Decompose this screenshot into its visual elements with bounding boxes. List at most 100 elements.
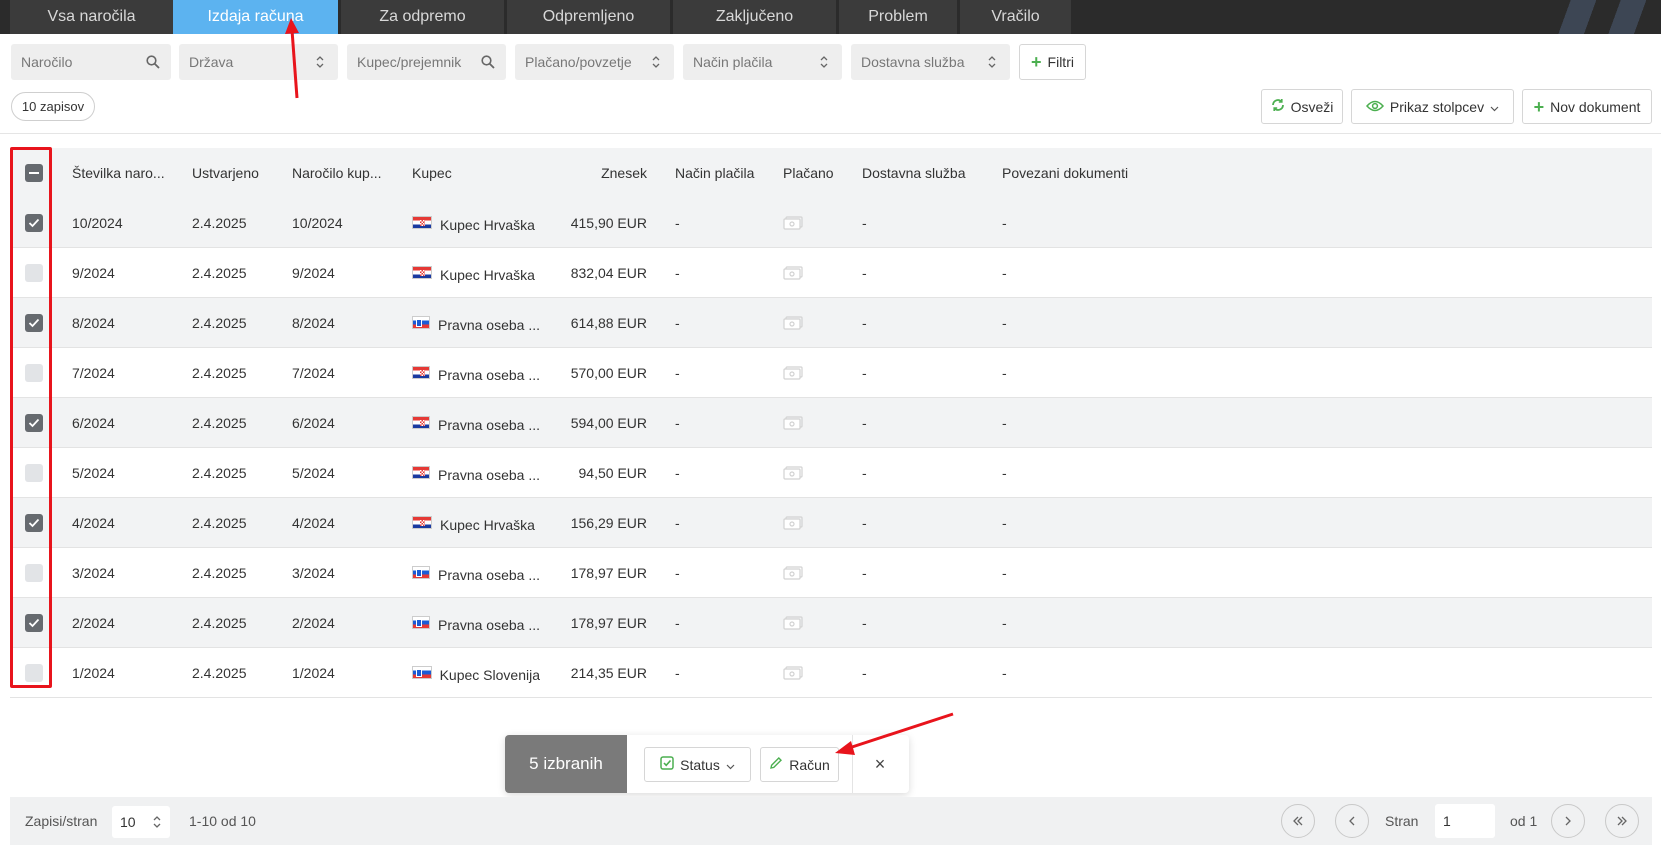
columns-display-button[interactable]: Prikaz stolpcev (1351, 89, 1514, 124)
cell-customer: Kupec Slovenija (412, 648, 540, 697)
table-header: Številka naro... Ustvarjeno Naročilo kup… (10, 148, 1652, 198)
money-icon (783, 265, 803, 280)
per-page-label: Zapisi/stran (25, 813, 98, 829)
table-row[interactable]: 8/2024 2.4.2025 8/2024 614,88 EUR - - - Pravna … (10, 298, 1652, 348)
customer-search-input[interactable]: Kupec/prejemnik (347, 44, 506, 80)
cell-customer: Pravna oseba ... (412, 448, 540, 497)
customer-name: Pravna oseba ... (438, 616, 540, 633)
cell-payment-method: - (675, 464, 680, 481)
tab-closed[interactable]: Zaključeno (673, 0, 836, 34)
column-header-number[interactable]: Številka naro... (72, 148, 182, 198)
bulk-action-bar: 5 izbranih Status Račun × (505, 735, 909, 793)
page-number-input[interactable]: 1 (1435, 804, 1495, 838)
check-square-icon (660, 756, 674, 773)
column-header-amount[interactable]: Znesek (550, 148, 647, 198)
cell-created: 2.4.2025 (192, 214, 247, 231)
cell-payment-method: - (675, 364, 680, 381)
column-header-paid[interactable]: Plačano (783, 148, 853, 198)
payment-method-select[interactable]: Način plačila (683, 44, 842, 80)
search-icon (480, 54, 496, 70)
column-header-delivery[interactable]: Dostavna služba (862, 148, 992, 198)
table-row[interactable]: 2/2024 2.4.2025 2/2024 178,97 EUR - - - Pravna … (10, 598, 1652, 648)
new-document-button[interactable]: + Nov dokument (1522, 89, 1652, 124)
cell-number: 8/2024 (72, 314, 115, 331)
cell-related-documents: - (1002, 464, 1007, 481)
customer-name: Pravna oseba ... (438, 466, 540, 483)
croatia-flag-icon (412, 416, 431, 429)
close-icon[interactable]: × (868, 752, 892, 776)
table-row[interactable]: 1/2024 2.4.2025 1/2024 214,35 EUR - - - Kupec S… (10, 648, 1652, 698)
first-page-button[interactable] (1281, 804, 1315, 838)
cell-customer: Pravna oseba ... (412, 548, 540, 597)
refresh-button[interactable]: Osveži (1261, 89, 1343, 124)
tab-problem[interactable]: Problem (839, 0, 957, 34)
tab-return[interactable]: Vračilo (960, 0, 1071, 34)
cell-created: 2.4.2025 (192, 464, 247, 481)
cell-created: 2.4.2025 (192, 664, 247, 681)
last-page-button[interactable] (1605, 804, 1639, 838)
status-button[interactable]: Status (644, 747, 751, 782)
table-row[interactable]: 4/2024 2.4.2025 4/2024 156,29 EUR - - - Kupec H… (10, 498, 1652, 548)
page-label: Stran (1385, 813, 1419, 829)
paid-cod-select[interactable]: Plačano/povzetje (515, 44, 674, 80)
sort-arrows-icon (816, 54, 832, 70)
cell-delivery: - (862, 214, 867, 231)
records-range: 1-10 od 10 (189, 813, 256, 829)
selected-count: 5 izbranih (505, 735, 627, 793)
money-icon (783, 515, 803, 530)
cell-created: 2.4.2025 (192, 314, 247, 331)
cell-related-documents: - (1002, 364, 1007, 381)
tab-invoice-issuing[interactable]: Izdaja računa (173, 0, 338, 34)
money-icon (783, 315, 803, 330)
delivery-service-select[interactable]: Dostavna služba (851, 44, 1010, 80)
cell-related-documents: - (1002, 414, 1007, 431)
per-page-value: 10 (120, 814, 136, 830)
cell-payment-method: - (675, 314, 680, 331)
money-icon (783, 465, 803, 480)
cell-delivery: - (862, 514, 867, 531)
cell-delivery: - (862, 464, 867, 481)
table-row[interactable]: 3/2024 2.4.2025 3/2024 178,97 EUR - - - Pravna … (10, 548, 1652, 598)
orders-table: Številka naro... Ustvarjeno Naročilo kup… (10, 148, 1652, 698)
next-page-button[interactable] (1551, 804, 1585, 838)
country-select[interactable]: Država (179, 44, 338, 80)
search-icon (145, 54, 161, 70)
eye-icon (1365, 99, 1384, 115)
new-document-label: Nov dokument (1550, 98, 1641, 115)
filters-button[interactable]: + Filtri (1019, 44, 1086, 80)
column-header-customer-order[interactable]: Naročilo kup... (292, 148, 402, 198)
cell-amount: 415,90 EUR (570, 214, 647, 231)
column-header-customer[interactable]: Kupec (412, 148, 512, 198)
page-number-value: 1 (1443, 813, 1451, 829)
invoice-button[interactable]: Račun (760, 747, 839, 782)
column-header-payment-method[interactable]: Način plačila (675, 148, 775, 198)
tab-shipped[interactable]: Odpremljeno (507, 0, 670, 34)
column-header-created[interactable]: Ustvarjeno (192, 148, 282, 198)
cell-paid (783, 498, 823, 547)
customer-name: Pravna oseba ... (438, 366, 540, 383)
customer-name: Kupec Hrvaška (440, 216, 535, 233)
tab-all-orders[interactable]: Vsa naročila (10, 0, 173, 34)
table-row[interactable]: 6/2024 2.4.2025 6/2024 594,00 EUR - - - Pravna … (10, 398, 1652, 448)
money-icon (783, 665, 803, 680)
cell-paid (783, 548, 823, 597)
table-row[interactable]: 5/2024 2.4.2025 5/2024 94,50 EUR - - - Pravna o… (10, 448, 1652, 498)
table-row[interactable]: 7/2024 2.4.2025 7/2024 570,00 EUR - - - Pravna … (10, 348, 1652, 398)
cell-number: 5/2024 (72, 464, 115, 481)
chevron-right-icon (1565, 816, 1571, 826)
previous-page-button[interactable] (1335, 804, 1369, 838)
payment-method-select-label: Način plačila (693, 54, 773, 70)
cell-customer-order: 7/2024 (292, 364, 335, 381)
tab-for-shipping[interactable]: Za odpremo (341, 0, 504, 34)
cell-amount: 178,97 EUR (570, 614, 647, 631)
table-row[interactable]: 9/2024 2.4.2025 9/2024 832,04 EUR - - - Kupec H… (10, 248, 1652, 298)
delivery-service-select-label: Dostavna služba (861, 54, 965, 70)
cell-payment-method: - (675, 264, 680, 281)
cell-number: 4/2024 (72, 514, 115, 531)
per-page-select[interactable]: 10 (112, 806, 170, 838)
order-search-input[interactable]: Naročilo (11, 44, 171, 80)
table-row[interactable]: 10/2024 2.4.2025 10/2024 415,90 EUR - - - Kupec… (10, 198, 1652, 248)
cell-customer: Kupec Hrvaška (412, 498, 540, 547)
column-header-related-documents[interactable]: Povezani dokumenti (1002, 148, 1182, 198)
chevron-down-icon (726, 757, 735, 773)
